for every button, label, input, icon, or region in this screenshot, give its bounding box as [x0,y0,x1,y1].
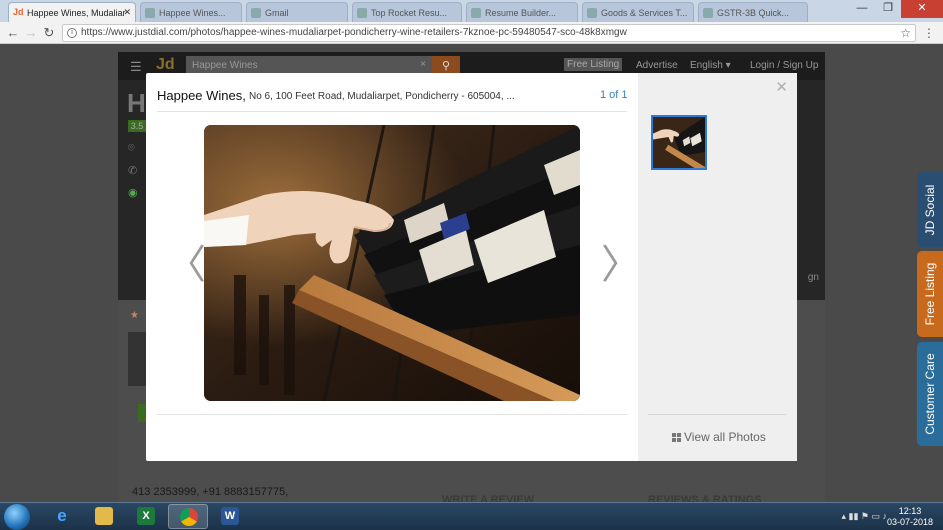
photo-thumbnail[interactable] [651,115,707,170]
language-value: English [690,60,723,71]
address-bar: ← → ↻ i https://www.justdial.com/photos/… [0,22,943,44]
photo-counter: 1 of 1 [600,89,628,101]
phone-icon: ✆ [128,165,138,177]
hamburger-menu-icon[interactable]: ☰ [130,59,142,75]
side-tab-label: Customer Care [923,353,937,435]
grid-icon [672,433,681,442]
browser-tab[interactable]: Resume Builder... [466,2,578,22]
internet-explorer-icon: e [57,506,67,525]
tab-label: Happee Wines... [159,8,226,18]
bookmark-star-icon[interactable]: ☆ [900,26,911,40]
search-value: Happee Wines [192,60,258,71]
clock-date: 03-07-2018 [886,517,933,527]
back-icon[interactable]: ← [6,25,20,40]
tab-label: Goods & Services T... [601,8,688,18]
word-icon: W [221,507,239,525]
taskbar-chrome[interactable] [168,504,208,529]
login-link[interactable]: Login / Sign Up [750,60,818,71]
favicon-icon [587,8,597,18]
modal-address: No 6, 100 Feet Road, Mudaliarpet, Pondic… [249,91,515,102]
banner-text-partial: gn [807,272,819,283]
side-tab-label: JD Social [923,184,937,235]
clear-search-icon[interactable]: × [420,59,426,70]
url-input[interactable]: i https://www.justdial.com/photos/happee… [62,24,916,42]
business-name-partial: H [127,88,146,118]
excel-icon: X [137,507,155,525]
divider [648,414,786,415]
close-modal-icon[interactable]: ✕ [775,78,788,96]
favicon-icon [471,8,481,18]
modal-business-title: Happee Wines, [157,88,246,103]
jd-social-tab[interactable]: JD Social [917,172,943,247]
start-button-icon[interactable] [4,504,30,530]
photo-strip [128,332,146,386]
favicon-icon [357,8,367,18]
browser-menu-icon[interactable]: ⋮ [923,26,935,40]
favicon-icon [145,8,155,18]
browser-tab[interactable]: GSTR-3B Quick... [698,2,808,22]
forward-icon[interactable]: → [24,25,38,40]
justdial-logo[interactable]: Jd [156,56,175,74]
tab-close-icon[interactable]: ✕ [123,7,131,18]
browser-tab[interactable]: Gmail [246,2,348,22]
wine-shelf-photo [204,125,580,401]
system-tray-icons[interactable]: ▴ ▮▮ ⚑ ▭ ♪ [842,511,888,522]
browser-tab-bar: Jd Happee Wines, Mudaliar ✕ Happee Wines… [0,0,943,22]
window-close-icon[interactable]: ✕ [901,0,943,18]
reload-icon[interactable]: ↻ [42,25,56,41]
maximize-icon[interactable]: ❐ [875,0,901,18]
tab-label: Gmail [265,8,289,18]
thumbnail-panel: ✕ View all Photos [638,73,797,461]
browser-tab[interactable]: Goods & Services T... [582,2,694,22]
taskbar-word[interactable]: W [210,504,250,529]
thumbnail-image [653,117,705,168]
advertise-link[interactable]: Advertise [636,60,678,71]
url-text: https://www.justdial.com/photos/happee-w… [81,27,627,38]
taskbar-excel[interactable]: X [126,504,166,529]
next-photo-icon[interactable]: 〉 [601,245,641,285]
taskbar-ie[interactable]: e [42,504,82,529]
view-all-label: View all Photos [684,430,766,444]
clock-time: 12:13 [898,506,922,516]
folder-icon [95,507,113,525]
browser-tab-active[interactable]: Jd Happee Wines, Mudaliar ✕ [8,2,136,22]
photo-viewer-modal: Happee Wines, No 6, 100 Feet Road, Mudal… [146,73,797,461]
tab-label: Top Rocket Resu... [371,8,448,18]
phone-numbers: 413 2353999, +91 8883157775, [132,486,289,498]
tab-label: Happee Wines, Mudaliar [27,8,126,18]
divider [157,111,627,112]
location-icon: ⌾ [128,142,135,154]
divider [157,414,627,415]
tab-label: GSTR-3B Quick... [717,8,790,18]
favicon-icon [251,8,261,18]
customer-care-tab[interactable]: Customer Care [917,342,943,446]
main-photo [204,125,580,401]
system-clock[interactable]: 12:13 03-07-2018 [887,506,933,528]
tab-label: Resume Builder... [485,8,557,18]
previous-photo-icon[interactable]: 〈 [166,245,206,285]
side-tab-label: Free Listing [923,262,937,326]
chrome-icon [180,508,198,526]
window-controls: — ❐ ✕ [849,0,943,18]
browser-tab[interactable]: Happee Wines... [140,2,242,22]
language-select[interactable]: English ▾ [690,60,731,71]
rating-badge: 3.5 [128,120,146,132]
site-info-icon[interactable]: i [67,28,77,38]
browser-tab[interactable]: Top Rocket Resu... [352,2,462,22]
minimize-icon[interactable]: — [849,0,875,18]
justdial-favicon-icon: Jd [13,7,24,17]
favicon-icon [703,8,713,18]
windows-taskbar: e X W ▴ ▮▮ ⚑ ▭ ♪ 12:13 03-07-2018 [0,502,943,530]
free-listing-button[interactable]: Free Listing [564,58,623,71]
view-all-photos-link[interactable]: View all Photos [672,430,766,444]
taskbar-file-explorer[interactable] [84,504,124,529]
star-icon: ★ [130,310,139,321]
whatsapp-icon: ◉ [128,187,138,199]
free-listing-side-tab[interactable]: Free Listing [917,251,943,337]
green-marker [138,404,146,422]
